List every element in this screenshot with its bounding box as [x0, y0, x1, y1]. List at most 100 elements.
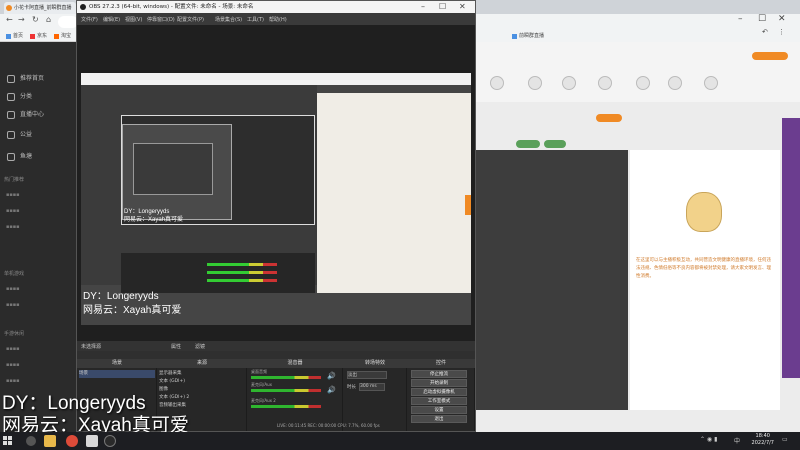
properties-button[interactable]: 属性	[171, 343, 181, 350]
clock-time: 18:40	[755, 433, 770, 439]
back-icon[interactable]: ↶	[762, 28, 768, 36]
nav-sub-item[interactable]: ▪▪▪▪	[6, 192, 20, 198]
virtual-camera-button[interactable]: 启动虚拟摄像机	[411, 388, 467, 396]
transition-select[interactable]: 淡出	[347, 371, 387, 379]
minimize-icon[interactable]: –	[421, 1, 425, 13]
browser-tab[interactable]: 小花卡阿直播_前瞬群直播	[4, 2, 76, 14]
nav-sub-item[interactable]: ▪▪▪▪	[6, 286, 20, 292]
source-item[interactable]: 图像	[159, 386, 168, 394]
app-icon[interactable]	[86, 435, 98, 447]
volume-icon[interactable]: 🔊	[327, 386, 336, 394]
file-explorer-icon[interactable]	[44, 435, 56, 447]
nav-sub-item[interactable]: ▪▪▪▪	[6, 224, 20, 230]
nav-item[interactable]: 推荐首页	[0, 70, 76, 88]
stop-streaming-button[interactable]: 停止推流	[411, 370, 467, 378]
nav-item[interactable]: 公益	[0, 126, 76, 144]
source-item[interactable]: 音频输出采集	[159, 402, 186, 410]
nested-meter	[207, 263, 277, 266]
back-icon[interactable]: ←	[6, 15, 13, 24]
feature-icon[interactable]	[704, 76, 718, 90]
side-ad-banner[interactable]	[782, 118, 800, 378]
nav-sub-item[interactable]: ▪▪▪▪	[6, 346, 20, 352]
maximize-icon[interactable]: ☐	[758, 14, 766, 24]
selected-source-status: 未选择源	[81, 344, 102, 350]
system-clock[interactable]: 18:40 2022/7/7	[752, 433, 774, 447]
bookmark-item[interactable]: 前瞬群直播	[512, 32, 544, 39]
feature-icon[interactable]	[668, 76, 682, 90]
feature-icon[interactable]	[528, 76, 542, 90]
source-toolbar: 未选择源 属性 滤镜	[77, 341, 475, 351]
nav-sub-item[interactable]: ▪▪▪▪	[6, 302, 20, 308]
feature-icon[interactable]	[490, 76, 504, 90]
obs-logo-icon	[80, 4, 86, 10]
nav-item[interactable]: 分类	[0, 88, 76, 106]
settings-button[interactable]: 设置	[411, 406, 467, 414]
menu-file[interactable]: 文件(F)	[81, 16, 98, 23]
feature-icon[interactable]	[636, 76, 650, 90]
bookmark-item[interactable]: 首页	[6, 32, 23, 39]
source-item[interactable]: 文本 (GDI+)	[159, 378, 185, 386]
obs-status-bar: LIVE: 00:11:45 REC: 00:00:00 CPU: 7.7%, …	[277, 423, 380, 428]
menu-help[interactable]: 帮助(H)	[269, 16, 287, 23]
nav-label: 鱼塘	[20, 153, 33, 160]
forward-icon[interactable]: →	[18, 15, 25, 24]
nav-sub-item[interactable]: ▪▪▪▪	[6, 362, 20, 368]
tray-icons[interactable]: ⌃ ◉ ▮	[700, 436, 717, 443]
url-field[interactable]	[58, 16, 78, 28]
nav-sub-item[interactable]: ▪▪▪▪	[6, 378, 20, 384]
maximize-icon[interactable]: ☐	[439, 1, 446, 13]
menu-icon[interactable]: ⋮	[778, 28, 785, 36]
menu-tools[interactable]: 工具(T)	[247, 16, 264, 23]
studio-mode-button[interactable]: 工作室模式	[411, 397, 467, 405]
menu-edit[interactable]: 编辑(E)	[103, 16, 120, 23]
nested-obs: DY：Longeryyds 网易云：Xayah真可爱	[81, 85, 317, 293]
home-icon[interactable]: ⌂	[46, 15, 51, 24]
close-icon[interactable]: ✕	[778, 14, 786, 24]
nav-item[interactable]: 鱼塘	[0, 148, 76, 166]
volume-icon[interactable]: 🔊	[327, 372, 336, 380]
room-badge[interactable]	[516, 140, 540, 148]
duration-input[interactable]: 300 ms	[359, 383, 385, 391]
nav-item[interactable]: 直播中心	[0, 106, 76, 124]
ime-indicator[interactable]: 中	[734, 436, 740, 445]
feature-icon[interactable]	[598, 76, 612, 90]
nested-preview-3	[133, 143, 213, 195]
scene-item[interactable]: 场景	[79, 370, 155, 378]
filters-button[interactable]: 滤镜	[195, 343, 205, 350]
exit-button[interactable]: 退出	[411, 415, 467, 423]
obs-taskbar-icon[interactable]	[104, 435, 116, 447]
nav-sub-item[interactable]: ▪▪▪▪	[6, 208, 20, 214]
menu-docks[interactable]: 停靠窗口(D)	[147, 16, 175, 23]
menu-profile[interactable]: 配置文件(P)	[177, 16, 204, 23]
nav-icon	[7, 131, 15, 139]
menu-view[interactable]: 视图(V)	[125, 16, 142, 23]
nested-title-bar	[81, 73, 471, 85]
transitions-panel: 淡出 时长 300 ms	[343, 368, 407, 431]
chrome-icon[interactable]	[66, 435, 78, 447]
sources-dock-header: 来源	[157, 359, 247, 368]
source-item[interactable]: 文本 (GDI+) 2	[159, 394, 189, 402]
room-tab[interactable]	[596, 114, 622, 122]
minimize-icon[interactable]: –	[738, 14, 743, 24]
bookmark-item[interactable]: 京东	[30, 32, 47, 39]
source-item[interactable]: 显示器采集	[159, 370, 182, 378]
transitions-dock-header: 转场特效	[343, 359, 407, 368]
obs-preview[interactable]: DY：Longeryyds 网易云：Xayah真可爱 DY：Longeryyds…	[77, 25, 475, 341]
room-badge[interactable]	[544, 140, 566, 148]
feature-icon[interactable]	[562, 76, 576, 90]
nav-icon	[7, 75, 15, 83]
search-icon[interactable]	[26, 436, 36, 446]
bookmark-icon	[30, 34, 35, 39]
start-recording-button[interactable]: 开始录制	[411, 379, 467, 387]
player-area[interactable]	[476, 150, 628, 410]
controls-panel: 停止推流 开始录制 启动虚拟摄像机 工作室模式 设置 退出	[407, 368, 475, 431]
menu-scene-collection[interactable]: 场景集合(S)	[215, 16, 242, 23]
bookmark-item[interactable]: 淘宝	[54, 32, 71, 39]
follow-button[interactable]	[752, 52, 788, 60]
nested-webpage	[317, 93, 471, 293]
reload-icon[interactable]: ↻	[32, 15, 39, 24]
close-icon[interactable]: ✕	[459, 1, 466, 13]
bookmark-icon	[6, 34, 11, 39]
windows-start-icon[interactable]	[3, 436, 13, 446]
notification-icon[interactable]: ▭	[782, 436, 788, 443]
